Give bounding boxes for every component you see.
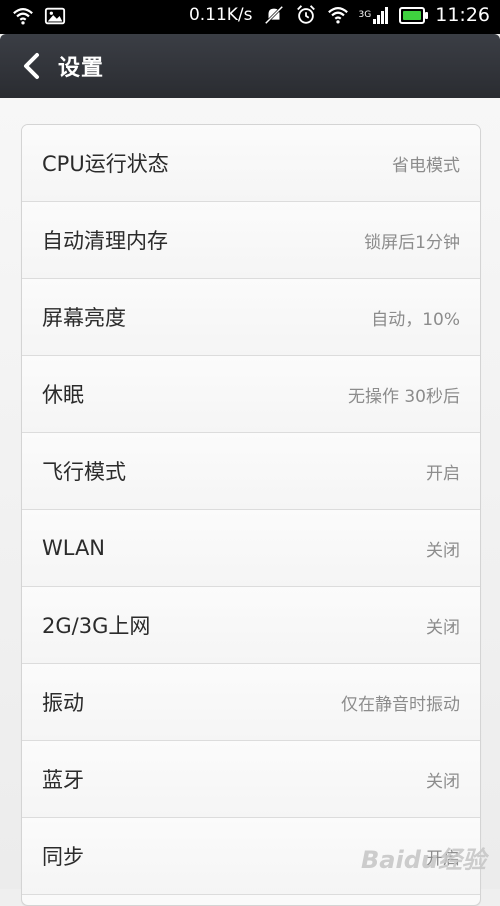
title-bar: 设置 bbox=[0, 34, 500, 98]
image-notification-icon bbox=[44, 7, 66, 25]
settings-row[interactable]: WLAN 关闭 bbox=[22, 510, 480, 587]
settings-row[interactable]: 屏幕亮度 自动，10% bbox=[22, 279, 480, 356]
wifi-icon bbox=[327, 7, 348, 24]
setting-label: CPU运行状态 bbox=[42, 152, 169, 176]
back-button[interactable]: 设置 bbox=[0, 34, 200, 98]
setting-label: 屏幕亮度 bbox=[42, 306, 126, 330]
setting-value: 关闭 bbox=[426, 617, 460, 638]
network-type-label: 3G bbox=[358, 9, 372, 20]
settings-row[interactable]: 自动清理内存 锁屏后1分钟 bbox=[22, 202, 480, 279]
no-notification-icon bbox=[264, 5, 283, 25]
battery-icon bbox=[399, 6, 429, 24]
setting-value: 锁屏后1分钟 bbox=[364, 232, 460, 253]
status-bar-right: 0.11K/s 3G 11:26 bbox=[189, 4, 490, 26]
status-bar-left bbox=[12, 5, 66, 27]
settings-row[interactable]: CPU运行状态 省电模式 bbox=[22, 125, 480, 202]
chevron-left-icon bbox=[24, 53, 39, 79]
setting-label: WLAN bbox=[42, 536, 106, 560]
setting-value: 仅在静音时振动 bbox=[341, 694, 460, 715]
signal-icon: 3G bbox=[359, 6, 390, 24]
setting-label: 休眠 bbox=[42, 383, 84, 407]
setting-label: 飞行模式 bbox=[42, 460, 126, 484]
setting-value: 无操作 30秒后 bbox=[347, 386, 460, 407]
setting-value: 开启 bbox=[426, 463, 460, 484]
settings-row[interactable]: 振动 仅在静音时振动 bbox=[22, 664, 480, 741]
setting-value: 关闭 bbox=[426, 771, 460, 792]
network-speed: 0.11K/s bbox=[188, 5, 253, 25]
content-area: CPU运行状态 省电模式自动清理内存 锁屏后1分钟屏幕亮度 自动，10% 休眠 无操作 3… bbox=[0, 98, 500, 906]
page-title: 设置 bbox=[58, 56, 105, 81]
setting-label: 蓝牙 bbox=[42, 768, 84, 792]
setting-label: 2G/3G上网 bbox=[42, 614, 151, 638]
setting-value: 省电模式 bbox=[392, 155, 460, 176]
clock: 11:26 bbox=[435, 4, 490, 26]
setting-label: 振动 bbox=[42, 691, 84, 715]
settings-row[interactable]: 蓝牙 关闭 bbox=[22, 741, 480, 818]
alarm-icon bbox=[296, 5, 315, 24]
setting-value: 关闭 bbox=[426, 540, 460, 561]
settings-list: CPU运行状态 省电模式自动清理内存 锁屏后1分钟屏幕亮度 自动，10% 休眠 无操作 3… bbox=[21, 124, 481, 906]
wifi-icon bbox=[13, 8, 33, 25]
status-bar: 0.11K/s 3G 11:26 bbox=[0, 0, 500, 34]
settings-row[interactable]: 飞行模式 开启 bbox=[22, 433, 480, 510]
setting-value: 自动，10% bbox=[371, 309, 460, 330]
settings-row[interactable]: 2G/3G上网 关闭 bbox=[22, 587, 480, 664]
settings-row[interactable]: 休眠 无操作 30秒后 bbox=[22, 356, 480, 433]
signal-bars-icon bbox=[373, 7, 389, 24]
setting-label: 自动清理内存 bbox=[42, 229, 168, 253]
baidu-watermark: Baidu经验 bbox=[361, 846, 486, 874]
setting-label: 同步 bbox=[42, 845, 84, 869]
